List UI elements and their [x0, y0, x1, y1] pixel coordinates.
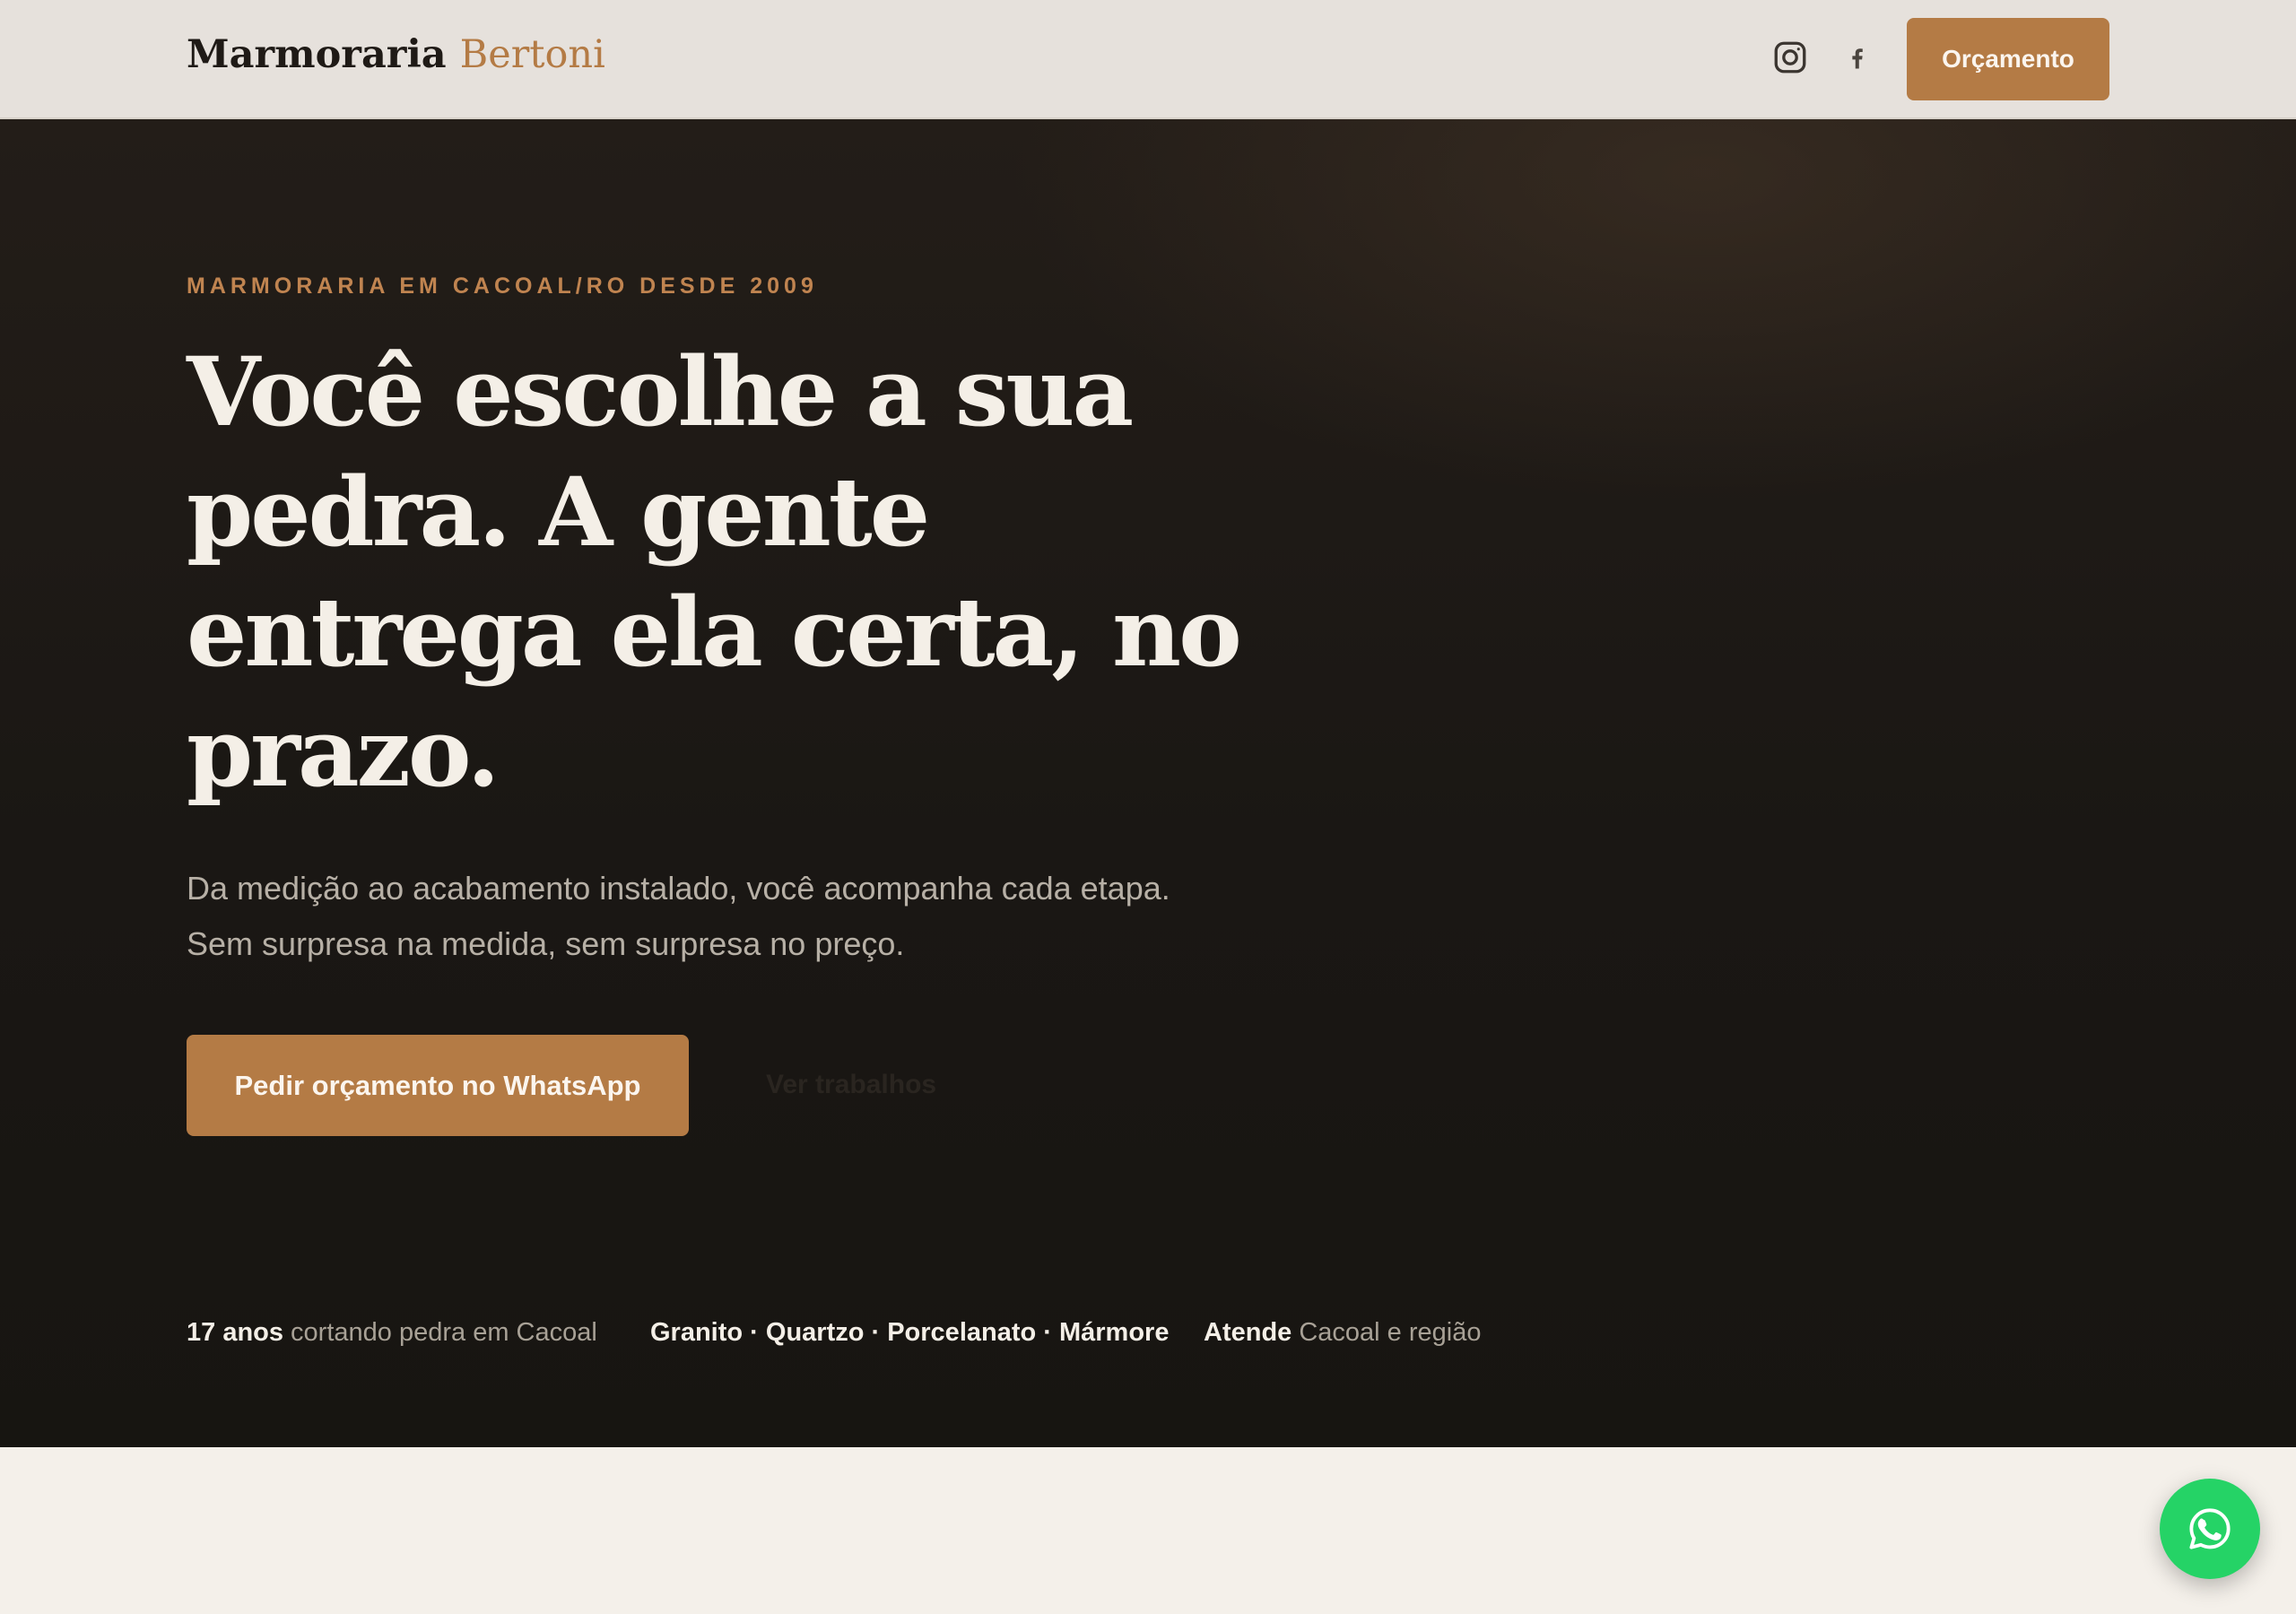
view-work-link[interactable]: Ver trabalhos — [766, 1070, 936, 1100]
whatsapp-float-button[interactable] — [2160, 1479, 2260, 1579]
orcamento-button[interactable]: Orçamento — [1907, 18, 2109, 100]
hero-subtitle-line-1: Da medição ao acabamento instalado, você… — [187, 870, 1170, 907]
fact-region-text: Cacoal e região — [1292, 1318, 1482, 1347]
hero-subtitle: Da medição ao acabamento instalado, você… — [187, 861, 1442, 972]
logo-primary: Marmoraria — [187, 32, 447, 77]
fact-region-strong: Atende — [1204, 1318, 1292, 1347]
hero-headline: Você escolhe a sua pedra. A gente entreg… — [187, 335, 1242, 808]
logo[interactable]: Marmoraria Bertoni — [187, 32, 605, 77]
fact-years: 17 anos cortando pedra em Cacoal — [187, 1318, 597, 1348]
fact-years-strong: 17 anos — [187, 1318, 283, 1347]
hero-section: MARMORARIA EM CACOAL/RO DESDE 2009 Você … — [0, 119, 2296, 1447]
fact-region: Atende Cacoal e região — [1204, 1318, 1481, 1348]
hero-subtitle-line-2: Sem surpresa na medida, sem surpresa no … — [187, 925, 905, 962]
whatsapp-quote-button[interactable]: Pedir orçamento no WhatsApp — [187, 1035, 689, 1136]
fact-materials-strong: Granito · Quartzo · Porcelanato · Mármor… — [650, 1318, 1170, 1347]
logo-accent: Bertoni — [459, 32, 605, 77]
hero-eyebrow: MARMORARIA EM CACOAL/RO DESDE 2009 — [187, 273, 818, 299]
instagram-icon[interactable] — [1769, 36, 1812, 79]
fact-materials: Granito · Quartzo · Porcelanato · Mármor… — [650, 1318, 1169, 1348]
facebook-icon[interactable] — [1835, 36, 1878, 79]
site-header: Marmoraria Bertoni Orçamento — [0, 0, 2296, 119]
fact-years-text: cortando pedra em Cacoal — [283, 1318, 597, 1347]
whatsapp-icon — [2189, 1508, 2231, 1549]
